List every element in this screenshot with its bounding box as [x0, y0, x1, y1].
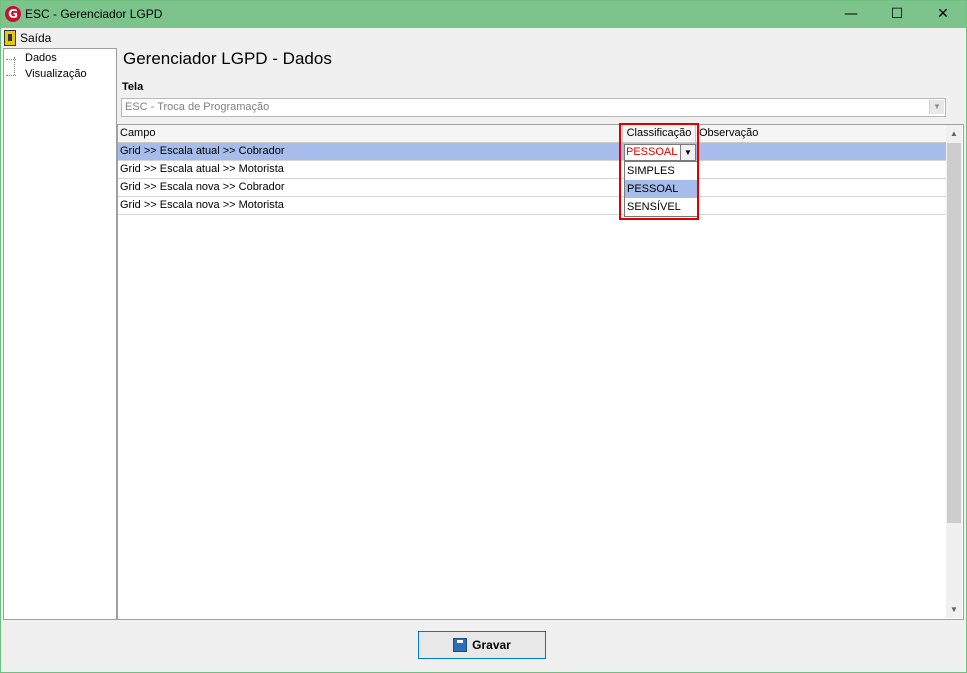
- tree-connector: [6, 59, 16, 60]
- table-row[interactable]: Grid >> Escala nova >> Cobrador: [118, 179, 946, 197]
- maximize-button[interactable]: ☐: [874, 1, 920, 28]
- menu-bar: Saída: [1, 29, 966, 47]
- exit-menu-label: Saída: [20, 31, 52, 45]
- exit-door-icon: [4, 30, 16, 46]
- tree-connector: [6, 75, 16, 76]
- save-button[interactable]: Gravar: [418, 631, 546, 659]
- scroll-down-icon[interactable]: ▼: [946, 601, 962, 618]
- close-button[interactable]: ✕: [920, 1, 966, 28]
- campo-cell: Grid >> Escala nova >> Cobrador: [120, 181, 285, 193]
- grid-vertical-scrollbar[interactable]: ▲ ▼: [946, 125, 962, 618]
- campo-cell: Grid >> Escala atual >> Motorista: [120, 163, 284, 175]
- minimize-button[interactable]: —: [828, 1, 874, 28]
- app-window: G ESC - Gerenciador LGPD — ☐ ✕ Saída Dad…: [0, 0, 967, 673]
- page-title: Gerenciador LGPD - Dados: [123, 49, 332, 68]
- table-row[interactable]: Grid >> Escala atual >> Cobrador: [118, 143, 946, 161]
- tela-select[interactable]: ESC - Troca de Programação ▼: [121, 98, 946, 117]
- grid-header: Campo Classificação Observação: [118, 125, 946, 143]
- title-bar[interactable]: G ESC - Gerenciador LGPD — ☐ ✕: [1, 1, 966, 28]
- tree-item-label: Visualização: [25, 68, 87, 80]
- chevron-down-icon[interactable]: ▼: [929, 100, 944, 114]
- tela-label: Tela: [122, 81, 144, 93]
- column-header-observacao[interactable]: Observação: [699, 125, 758, 142]
- fields-grid: Campo Classificação Observação Grid >> E…: [117, 124, 964, 620]
- tela-select-value: ESC - Troca de Programação: [125, 101, 270, 113]
- app-logo-icon: G: [5, 6, 21, 22]
- window-title: ESC - Gerenciador LGPD: [25, 7, 163, 21]
- save-button-label: Gravar: [472, 638, 511, 652]
- column-header-campo[interactable]: Campo: [120, 125, 155, 142]
- table-row[interactable]: Grid >> Escala atual >> Motorista: [118, 161, 946, 179]
- navigation-tree: Dados Visualização: [3, 48, 117, 620]
- table-row[interactable]: Grid >> Escala nova >> Motorista: [118, 197, 946, 215]
- scroll-up-icon[interactable]: ▲: [946, 125, 962, 142]
- annotation-highlight-box: [619, 123, 699, 220]
- tree-item-label: Dados: [25, 52, 57, 64]
- campo-cell: Grid >> Escala nova >> Motorista: [120, 199, 284, 211]
- floppy-disk-icon: [453, 638, 468, 652]
- scrollbar-thumb[interactable]: [947, 143, 961, 523]
- campo-cell: Grid >> Escala atual >> Cobrador: [120, 145, 285, 157]
- exit-menu-item[interactable]: Saída: [4, 30, 51, 46]
